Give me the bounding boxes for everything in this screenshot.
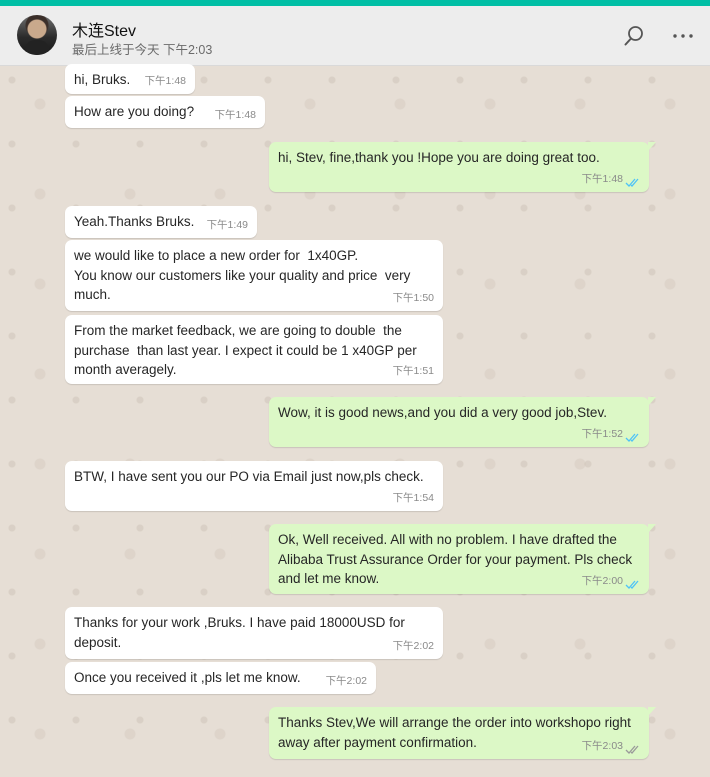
message-outgoing[interactable]: Wow, it is good news,and you did a very … bbox=[269, 397, 656, 447]
message-text: BTW, I have sent you our PO via Email ju… bbox=[74, 469, 424, 484]
message-incoming[interactable]: BTW, I have sent you our PO via Email ju… bbox=[65, 461, 443, 511]
message-time: 下午1:48 bbox=[581, 172, 623, 185]
message-time: 下午2:03 bbox=[581, 739, 623, 752]
message-incoming[interactable]: Once you received it ,pls let me know. 下… bbox=[65, 662, 376, 694]
message-outgoing[interactable]: hi, Stev, fine,thank you !Hope you are d… bbox=[269, 142, 656, 192]
message-incoming[interactable]: hi, Bruks. 下午1:48 bbox=[65, 64, 195, 94]
message-time: 下午1:54 bbox=[392, 491, 434, 504]
message-incoming[interactable]: we would like to place a new order for 1… bbox=[65, 240, 443, 311]
message-outgoing[interactable]: Ok, Well received. All with no problem. … bbox=[269, 524, 656, 594]
message-text: we would like to place a new order for 1… bbox=[74, 248, 411, 302]
message-text: Wow, it is good news,and you did a very … bbox=[278, 405, 607, 420]
message-text: hi, Stev, fine,thank you !Hope you are d… bbox=[278, 150, 600, 165]
message-list[interactable]: hi, Bruks. 下午1:48 How are you doing? 下午1… bbox=[0, 64, 710, 777]
message-incoming[interactable]: Thanks for your work ,Bruks. I have paid… bbox=[65, 607, 443, 659]
message-time: 下午1:48 bbox=[144, 74, 186, 87]
double-check-icon bbox=[625, 433, 639, 442]
message-time: 下午2:02 bbox=[392, 639, 434, 652]
message-text: Thanks for your work ,Bruks. I have paid… bbox=[74, 615, 409, 650]
message-time: 下午2:00 bbox=[581, 574, 623, 587]
message-time: 下午1:48 bbox=[214, 108, 256, 121]
contact-name[interactable]: 木连Stev bbox=[72, 17, 136, 41]
more-options-icon[interactable] bbox=[669, 22, 697, 50]
chat-header: 木连Stev 最后上线于今天 下午2:03 bbox=[0, 6, 710, 66]
double-check-icon bbox=[625, 580, 639, 589]
search-icon[interactable] bbox=[620, 22, 648, 50]
message-incoming[interactable]: From the market feedback, we are going t… bbox=[65, 315, 443, 384]
message-time: 下午1:49 bbox=[206, 218, 248, 231]
message-incoming[interactable]: How are you doing? 下午1:48 bbox=[65, 96, 265, 128]
message-time: 下午1:52 bbox=[581, 427, 623, 440]
message-time: 下午1:50 bbox=[392, 291, 434, 304]
double-check-icon bbox=[625, 178, 639, 187]
avatar[interactable] bbox=[17, 15, 57, 55]
message-time: 下午1:51 bbox=[392, 364, 434, 377]
message-outgoing[interactable]: Thanks Stev,We will arrange the order in… bbox=[269, 707, 656, 759]
message-text: Once you received it ,pls let me know. bbox=[74, 670, 301, 685]
message-time: 下午2:02 bbox=[325, 674, 367, 687]
message-incoming[interactable]: Yeah.Thanks Bruks. 下午1:49 bbox=[65, 206, 257, 238]
last-seen-status: 最后上线于今天 下午2:03 bbox=[72, 43, 213, 57]
message-text: From the market feedback, we are going t… bbox=[74, 323, 421, 377]
double-check-icon bbox=[625, 745, 639, 754]
